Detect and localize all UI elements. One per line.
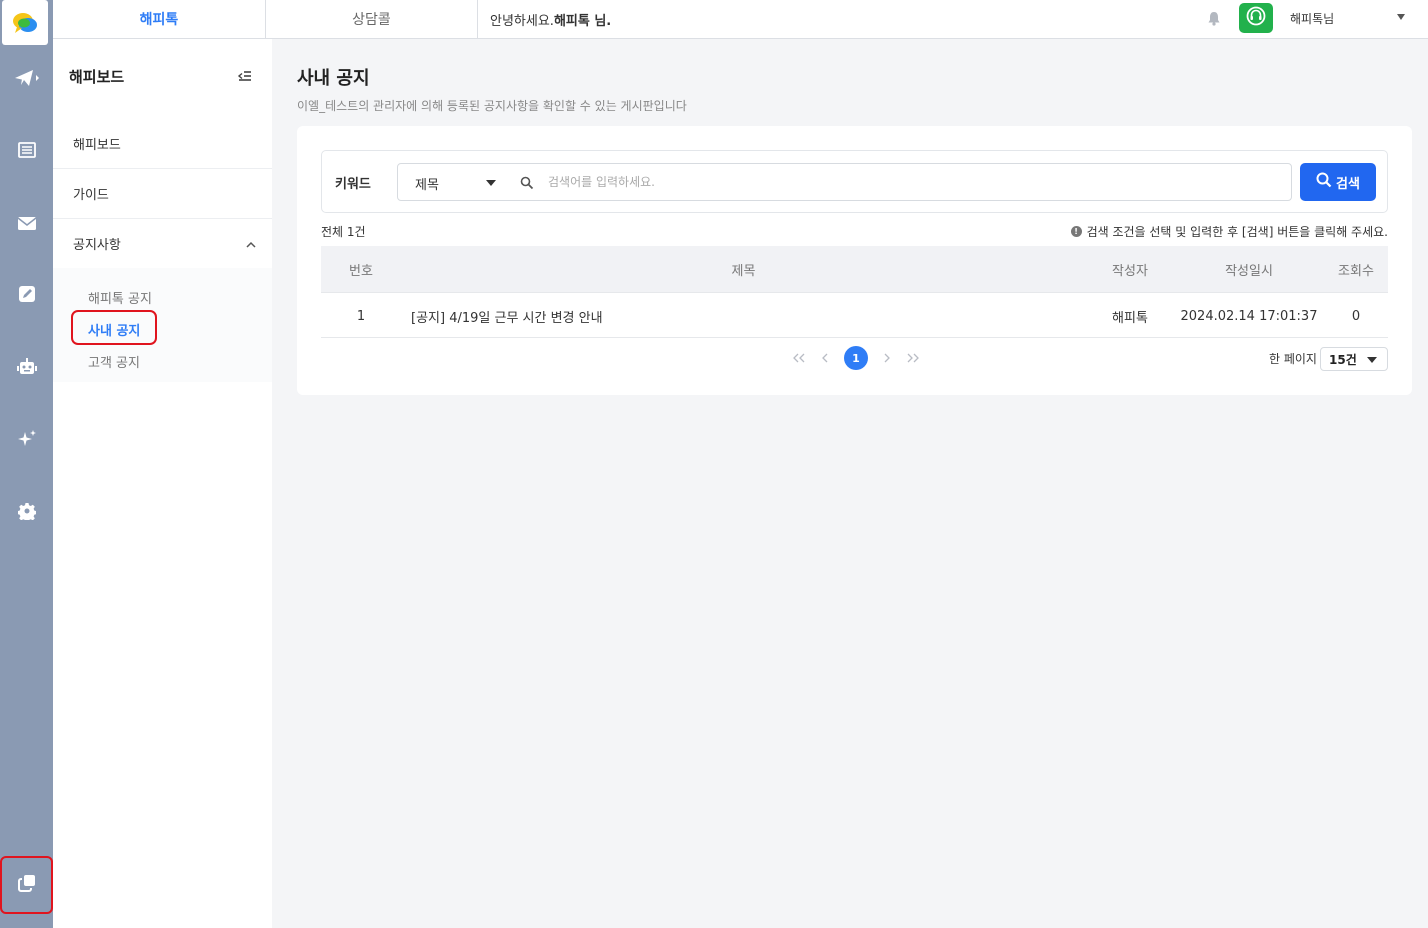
greeting-name: 해피톡 님. bbox=[553, 13, 612, 29]
total-count: 전체 1건 bbox=[321, 225, 366, 239]
top-bar: 해피톡 상담콜 안녕하세요. 해피톡 님. 해피톡님 bbox=[53, 0, 1428, 39]
column-header-views: 조회수 bbox=[1338, 263, 1374, 279]
search-field: 제목 bbox=[397, 163, 1292, 201]
row-title[interactable]: [공지] 4/19일 근무 시간 변경 안내 bbox=[411, 293, 1086, 339]
chevron-down-icon bbox=[1397, 14, 1405, 20]
sidebar-item-label: 해피보드 bbox=[73, 138, 121, 153]
user-select-value: 해피톡님 bbox=[1290, 11, 1335, 26]
bell-icon[interactable] bbox=[1204, 8, 1224, 28]
search-panel: 키워드 제목 검색 bbox=[321, 150, 1388, 213]
last-page-icon[interactable] bbox=[906, 346, 920, 370]
notice-card: 키워드 제목 검색 전체 1건 ! 검색 조건을 선택 및 bbox=[297, 126, 1412, 395]
first-page-icon[interactable] bbox=[792, 346, 806, 370]
search-label: 키워드 bbox=[335, 177, 371, 192]
sidebar-item-guide[interactable]: 가이드 bbox=[53, 169, 272, 219]
copy-icon bbox=[17, 873, 37, 897]
column-header-date: 작성일시 bbox=[1225, 263, 1273, 279]
submenu-item-happytalk-notice[interactable]: 해피톡 공지 bbox=[88, 288, 152, 307]
greeting-prefix: 안녕하세요. bbox=[490, 13, 554, 29]
search-field-select[interactable]: 제목 bbox=[415, 174, 439, 193]
sidebar-item-happyboard[interactable]: 해피보드 bbox=[53, 119, 272, 169]
search-hint-text: 검색 조건을 선택 및 입력한 후 [검색] 버튼을 클릭해 주세요. bbox=[1086, 225, 1388, 239]
row-views: 0 bbox=[1351, 308, 1361, 324]
table-row[interactable]: 1 [공지] 4/19일 근무 시간 변경 안내 해피톡 2024.02.14 … bbox=[321, 292, 1388, 338]
chevron-up-icon bbox=[246, 239, 256, 249]
headset-icon bbox=[1246, 6, 1266, 30]
sidebar-item-label: 공지사항 bbox=[73, 238, 121, 253]
sidebar: 해피보드 해피보드 가이드 공지사항 해피톡 공지 사내 공지 고객 공지 bbox=[53, 39, 272, 928]
page-description: 이엘_테스트의 관리자에 의해 등록된 공지사항을 확인할 수 있는 게시판입니… bbox=[297, 99, 687, 113]
chevron-down-icon[interactable] bbox=[486, 180, 496, 186]
greeting: 안녕하세요. 해피톡 님. bbox=[490, 0, 611, 38]
edit-icon[interactable] bbox=[0, 274, 53, 314]
row-number: 1 bbox=[356, 308, 366, 324]
collapse-menu-icon[interactable] bbox=[237, 69, 253, 83]
column-header-number: 번호 bbox=[349, 263, 373, 279]
search-button-label: 검색 bbox=[1336, 176, 1360, 192]
next-page-icon[interactable] bbox=[880, 346, 894, 370]
headset-button[interactable] bbox=[1239, 3, 1273, 33]
list-icon[interactable] bbox=[0, 130, 53, 170]
search-icon bbox=[1316, 172, 1332, 192]
sidebar-item-notice[interactable]: 공지사항 bbox=[53, 219, 272, 269]
table-header: 번호 제목 작성자 작성일시 조회수 bbox=[321, 246, 1388, 292]
per-page-label: 한 페이지 bbox=[1269, 352, 1317, 366]
search-hint: ! 검색 조건을 선택 및 입력한 후 [검색] 버튼을 클릭해 주세요. bbox=[1070, 223, 1388, 240]
pagination: 1 bbox=[792, 346, 920, 370]
mail-icon[interactable] bbox=[0, 203, 53, 243]
row-author: 해피톡 bbox=[1112, 310, 1148, 326]
copy-button[interactable] bbox=[0, 856, 53, 914]
tab-sangdamcall[interactable]: 상담콜 bbox=[266, 0, 478, 38]
icon-rail bbox=[0, 0, 53, 928]
user-select[interactable]: 해피톡님 bbox=[1282, 3, 1417, 33]
bot-icon[interactable] bbox=[0, 347, 53, 387]
search-icon bbox=[520, 176, 534, 190]
row-date: 2024.02.14 17:01:37 bbox=[1180, 308, 1318, 324]
prev-page-icon[interactable] bbox=[818, 346, 832, 370]
search-input[interactable] bbox=[548, 168, 1268, 196]
sidebar-item-label: 가이드 bbox=[73, 188, 109, 203]
per-page-value: 15건 bbox=[1329, 352, 1357, 367]
tab-happytalk[interactable]: 해피톡 bbox=[53, 0, 266, 38]
page-number-current[interactable]: 1 bbox=[844, 346, 868, 370]
sidebar-title: 해피보드 bbox=[69, 68, 125, 86]
per-page-select[interactable]: 15건 bbox=[1320, 347, 1388, 371]
column-header-author: 작성자 bbox=[1112, 263, 1148, 279]
chat-logo-icon[interactable] bbox=[2, 0, 48, 45]
page-title: 사내 공지 bbox=[297, 68, 370, 89]
gear-icon[interactable] bbox=[0, 491, 53, 531]
notice-submenu: 해피톡 공지 사내 공지 고객 공지 bbox=[53, 268, 272, 382]
column-header-title: 제목 bbox=[731, 263, 756, 279]
sparkle-icon[interactable] bbox=[0, 419, 53, 459]
submenu-item-internal-notice[interactable]: 사내 공지 bbox=[88, 320, 140, 339]
info-icon: ! bbox=[1070, 226, 1082, 237]
send-icon[interactable] bbox=[0, 58, 53, 98]
search-button[interactable]: 검색 bbox=[1300, 163, 1376, 201]
submenu-item-customer-notice[interactable]: 고객 공지 bbox=[88, 352, 140, 371]
chevron-down-icon bbox=[1367, 357, 1377, 363]
